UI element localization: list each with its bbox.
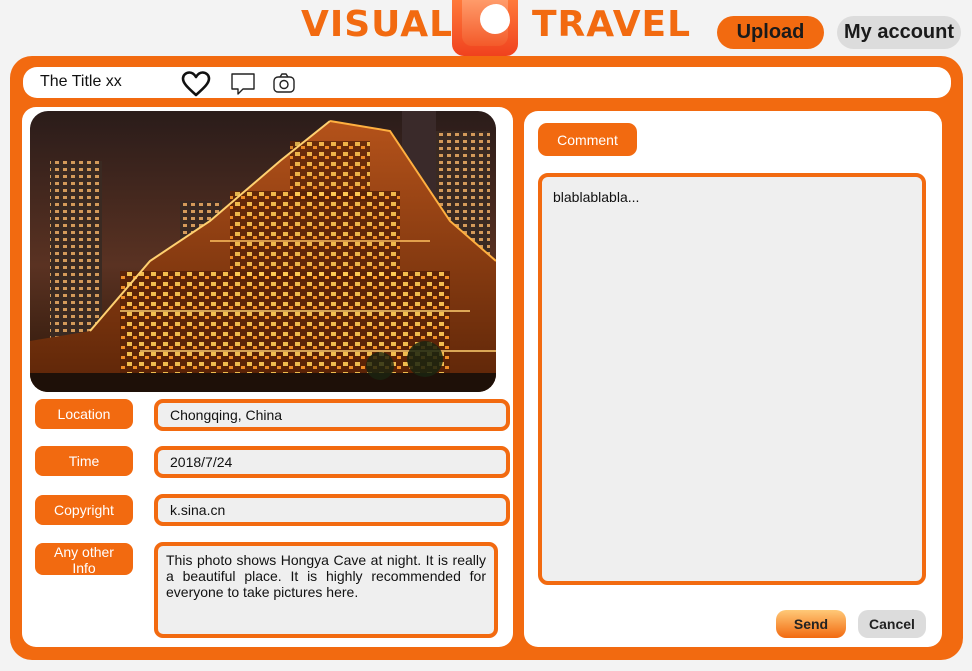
photo-image: [30, 111, 496, 392]
other-info-label: Any other Info: [35, 543, 133, 576]
comment-input[interactable]: blablablabla...: [538, 173, 926, 585]
camera-icon[interactable]: [272, 71, 296, 95]
copyright-field[interactable]: k.sina.cn: [154, 494, 510, 526]
upload-button[interactable]: Upload: [717, 16, 824, 49]
cancel-button[interactable]: Cancel: [858, 610, 926, 638]
logo-icon: [452, 0, 518, 56]
my-account-button[interactable]: My account: [837, 16, 961, 49]
heart-icon[interactable]: [181, 71, 211, 97]
other-info-field[interactable]: This photo shows Hongya Cave at night. I…: [154, 542, 498, 638]
copyright-label: Copyright: [35, 495, 133, 525]
title-bar: [23, 67, 951, 98]
logo-text-travel: TRAVEL: [532, 4, 692, 45]
location-label: Location: [35, 399, 133, 429]
app-header: VISUAL TRAVEL Upload My account: [0, 0, 972, 56]
comment-button[interactable]: Comment: [538, 123, 637, 156]
logo-text-visual: VISUAL: [301, 4, 454, 45]
send-button[interactable]: Send: [776, 610, 846, 638]
time-field[interactable]: 2018/7/24: [154, 446, 510, 478]
photo-title: The Title xx: [40, 73, 122, 90]
time-label: Time: [35, 446, 133, 476]
chat-icon[interactable]: [230, 71, 256, 97]
location-field[interactable]: Chongqing, China: [154, 399, 510, 431]
